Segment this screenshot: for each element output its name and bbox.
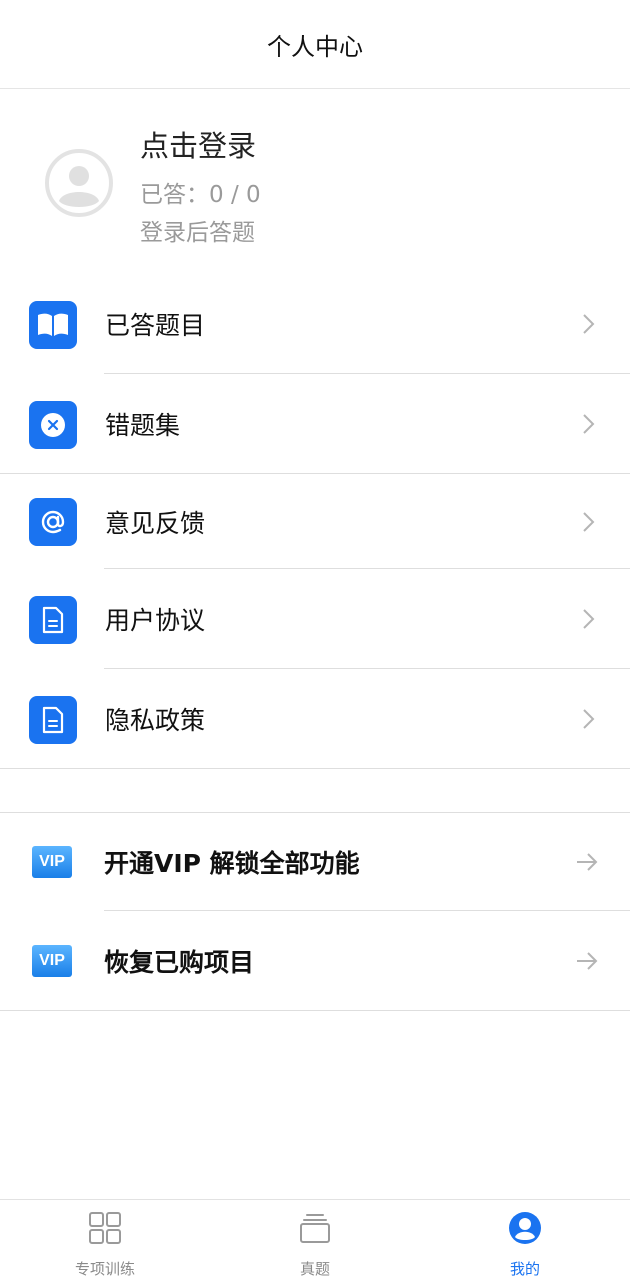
tab-special-training[interactable]: 专项训练 [0,1200,210,1280]
menu-list: 已答题目 错题集 意见反馈 用户协议 隐私政策 [0,274,630,769]
login-hint: 登录后答题 [140,220,255,246]
menu-item-label: 隐私政策 [105,706,206,735]
chevron-right-icon [583,314,595,334]
arrow-right-icon [577,952,598,970]
tab-mine[interactable]: 我的 [420,1200,630,1280]
vip-section: VIP 开通VIP 解锁全部功能 VIP 恢复已购项目 [0,812,630,1011]
document-icon [29,596,77,644]
divider [0,1010,630,1011]
menu-item-wrong-questions[interactable]: 错题集 [0,374,630,474]
divider [0,768,630,769]
vip-item-label: 恢复已购项目 [104,948,255,977]
tab-label: 专项训练 [74,1260,135,1278]
menu-item-feedback[interactable]: 意见反馈 [0,474,630,569]
document-icon [29,696,77,744]
vip-badge-icon: VIP [32,945,72,977]
grid-icon [89,1212,121,1244]
open-book-icon [29,301,77,349]
stack-icon [300,1214,330,1243]
menu-item-label: 已答题目 [105,311,206,340]
menu-item-label: 用户协议 [105,606,206,635]
answered-count: 已答：0 / 0 [140,182,261,208]
tab-label: 真题 [299,1260,330,1278]
restore-purchases-button[interactable]: VIP 恢复已购项目 [0,911,630,1011]
section-gap [0,769,630,812]
menu-item-privacy-policy[interactable]: 隐私政策 [0,669,630,769]
close-circle-icon [29,401,77,449]
chevron-right-icon [583,609,595,629]
profile-section[interactable]: 点击登录 已答：0 / 0 登录后答题 [0,89,630,274]
page-title: 个人中心 [267,32,363,61]
menu-item-label: 意见反馈 [105,508,206,538]
user-circle-icon [509,1212,541,1244]
page-header: 个人中心 [0,0,630,89]
chevron-right-icon [583,709,595,729]
tab-label: 我的 [509,1260,540,1278]
bottom-tab-bar: 专项训练 真题 我的 [0,1199,630,1280]
vip-badge-icon: VIP [32,846,72,878]
menu-item-answered[interactable]: 已答题目 [0,274,630,374]
login-link[interactable]: 点击登录 [140,123,256,165]
chevron-right-icon [583,511,595,532]
chevron-right-icon [583,414,595,434]
menu-item-label: 错题集 [105,411,181,440]
at-sign-icon [29,498,77,546]
vip-item-label: 开通VIP 解锁全部功能 [104,849,360,878]
menu-item-user-agreement[interactable]: 用户协议 [0,569,630,669]
open-vip-button[interactable]: VIP 开通VIP 解锁全部功能 [0,813,630,911]
avatar-placeholder-icon[interactable] [45,149,113,217]
arrow-right-icon [577,853,598,871]
tab-real-exams[interactable]: 真题 [210,1200,420,1280]
